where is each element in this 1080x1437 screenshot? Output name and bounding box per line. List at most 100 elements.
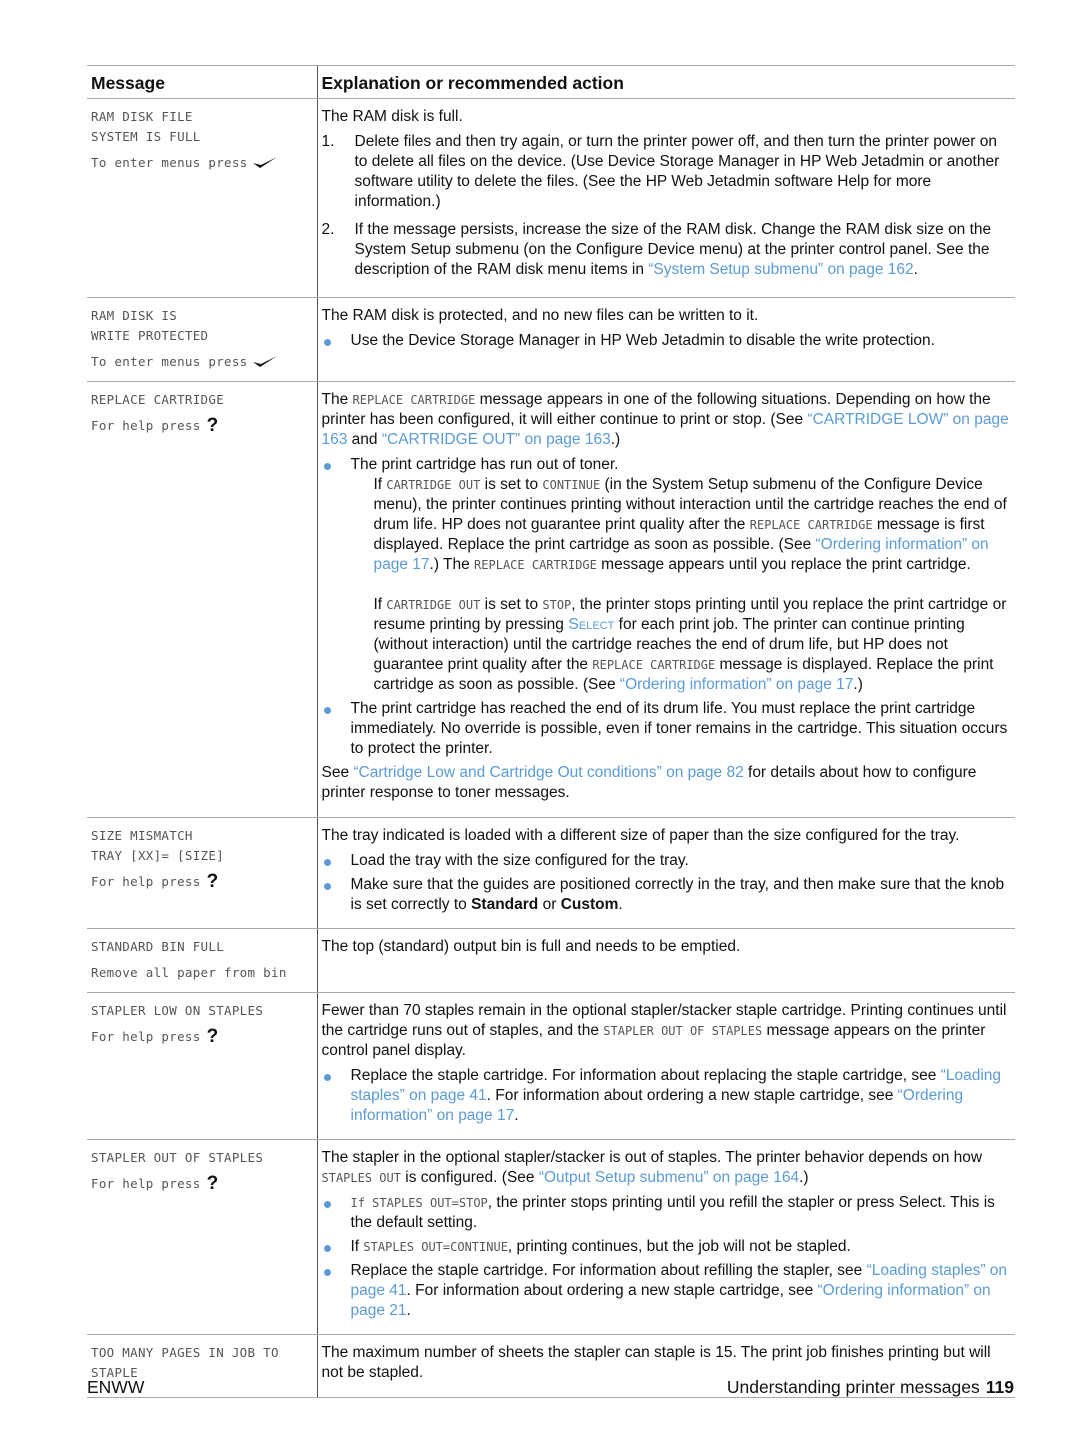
header-explanation: Explanation or recommended action bbox=[316, 65, 1015, 99]
bullet-item: Load the tray with the size configured f… bbox=[322, 851, 1010, 871]
lcd-prompt: For help press? bbox=[91, 1174, 313, 1194]
bullet-item: Replace the staple cartridge. For inform… bbox=[322, 1066, 1010, 1126]
lcd-line: STAPLER OUT OF STAPLES bbox=[91, 1150, 264, 1165]
explanation-intro: Fewer than 70 staples remain in the opti… bbox=[321, 1002, 1007, 1059]
explanation-intro: The RAM disk is protected, and no new fi… bbox=[321, 307, 759, 324]
table-row: SIZE MISMATCH TRAY [XX]= [SIZE] For help… bbox=[87, 817, 1015, 929]
bullet-list: Use the Device Storage Manager in HP Web… bbox=[322, 331, 1010, 351]
bullet-item: The print cartridge has reached the end … bbox=[322, 699, 1010, 759]
prompt-text: To enter menus press bbox=[91, 155, 248, 170]
bullet-list: The print cartridge has run out of toner… bbox=[322, 455, 1010, 759]
bullet-icon bbox=[323, 707, 331, 714]
lcd-code: CARTRIDGE OUT bbox=[386, 598, 481, 612]
bullet-item: Replace the staple cartridge. For inform… bbox=[322, 1261, 1010, 1321]
explanation-cell: The tray indicated is loaded with a diff… bbox=[316, 817, 1015, 929]
select-key-label: Select bbox=[568, 616, 615, 633]
option-custom: Custom bbox=[560, 896, 619, 913]
step-text: . bbox=[913, 261, 918, 278]
message-cell: RAM DISK IS WRITE PROTECTED To enter men… bbox=[87, 297, 317, 382]
lcd-line: STAPLER LOW ON STAPLES bbox=[91, 1003, 264, 1018]
lcd-prompt: To enter menus press bbox=[91, 153, 313, 173]
lcd-code: REPLACE CARTRIDGE bbox=[749, 518, 873, 532]
lcd-code: CARTRIDGE OUT bbox=[386, 478, 481, 492]
lcd-code: STAPLES OUT bbox=[321, 1171, 401, 1185]
lcd-line: SIZE MISMATCH bbox=[91, 828, 193, 843]
bullet-item: If STAPLES OUT=STOP, the printer stops p… bbox=[322, 1193, 1010, 1233]
explanation-cell: The RAM disk is protected, and no new fi… bbox=[316, 297, 1015, 382]
question-mark-icon: ? bbox=[206, 871, 219, 892]
step-number: 2. bbox=[321, 221, 335, 238]
explanation-outro: See “Cartridge Low and Cartridge Out con… bbox=[321, 764, 977, 801]
checkmark-icon bbox=[252, 356, 277, 367]
bullet-icon bbox=[323, 463, 331, 470]
lcd-code: REPLACE CARTRIDGE bbox=[474, 558, 597, 572]
table-row: STAPLER LOW ON STAPLES For help press? F… bbox=[87, 992, 1015, 1140]
lcd-line: TOO MANY PAGES IN JOB TO bbox=[91, 1345, 279, 1360]
bullet-icon bbox=[323, 1269, 331, 1276]
header-message: Message bbox=[87, 65, 317, 99]
question-mark-icon: ? bbox=[206, 1173, 219, 1194]
link-system-setup-submenu[interactable]: “System Setup submenu” on page 162 bbox=[648, 261, 913, 278]
explanation-intro: The RAM disk is full. bbox=[321, 108, 463, 125]
bullet-text: Load the tray with the size configured f… bbox=[350, 852, 689, 869]
bullet-item: If STAPLES OUT=CONTINUE, printing contin… bbox=[322, 1237, 1010, 1257]
bullet-text: , printing continues, but the job will n… bbox=[507, 1238, 851, 1255]
explanation-intro: The tray indicated is loaded with a diff… bbox=[321, 827, 960, 844]
question-mark-icon: ? bbox=[206, 415, 219, 436]
printer-messages-table: Message Explanation or recommended actio… bbox=[87, 65, 1015, 1398]
lcd-prompt: To enter menus press bbox=[91, 352, 313, 372]
lcd-prompt: For help press? bbox=[91, 1027, 313, 1047]
bullet-item: Make sure that the guides are positioned… bbox=[322, 875, 1010, 915]
prompt-text: To enter menus press bbox=[91, 354, 248, 369]
bullet-icon bbox=[323, 1245, 331, 1252]
table-row: STANDARD BIN FULL Remove all paper from … bbox=[87, 928, 1015, 993]
message-cell: STAPLER OUT OF STAPLES For help press? bbox=[87, 1139, 317, 1335]
lcd-line: WRITE PROTECTED bbox=[91, 328, 209, 343]
lcd-line: RAM DISK IS bbox=[91, 308, 178, 323]
prompt-text: For help press bbox=[91, 1029, 201, 1044]
bullet-icon bbox=[323, 339, 331, 346]
lcd-prompt: Remove all paper from bin bbox=[91, 965, 287, 980]
bullet-text: Make sure that the guides are positioned… bbox=[350, 876, 1005, 913]
explanation-cell: Fewer than 70 staples remain in the opti… bbox=[316, 992, 1015, 1140]
bullet-list: If STAPLES OUT=STOP, the printer stops p… bbox=[322, 1193, 1010, 1321]
message-cell: REPLACE CARTRIDGE For help press? bbox=[87, 381, 317, 818]
bullet-icon bbox=[323, 883, 331, 890]
message-cell: STAPLER LOW ON STAPLES For help press? bbox=[87, 992, 317, 1140]
link-cartridge-out[interactable]: “CARTRIDGE OUT” on page 163 bbox=[382, 431, 611, 448]
explanation-cell: The stapler in the optional stapler/stac… bbox=[316, 1139, 1015, 1335]
link-output-setup-submenu[interactable]: “Output Setup submenu” on page 164 bbox=[539, 1169, 799, 1186]
table-row: REPLACE CARTRIDGE For help press? The RE… bbox=[87, 381, 1015, 818]
link-ordering-information[interactable]: “Ordering information” on page 17 bbox=[620, 676, 854, 693]
bullet-icon bbox=[323, 1074, 331, 1081]
lcd-line: SYSTEM IS FULL bbox=[91, 129, 201, 144]
lcd-code: REPLACE CARTRIDGE bbox=[352, 393, 476, 407]
step-number: 1. bbox=[321, 133, 335, 150]
step-item: 2. If the message persists, increase the … bbox=[322, 220, 1010, 280]
bullet-text: The print cartridge has reached the end … bbox=[350, 700, 1008, 757]
message-cell: SIZE MISMATCH TRAY [XX]= [SIZE] For help… bbox=[87, 817, 317, 929]
bullet-text: Replace the staple cartridge. For inform… bbox=[350, 1067, 941, 1084]
table-row: RAM DISK IS WRITE PROTECTED To enter men… bbox=[87, 297, 1015, 382]
prompt-text: For help press bbox=[91, 418, 201, 433]
bullet-item: Use the Device Storage Manager in HP Web… bbox=[322, 331, 1010, 351]
link-cartridge-conditions[interactable]: “Cartridge Low and Cartridge Out conditi… bbox=[353, 764, 743, 781]
prompt-text: For help press bbox=[91, 874, 201, 889]
page-number: 119 bbox=[985, 1377, 1014, 1397]
explanation-intro: The REPLACE CARTRIDGE message appears in… bbox=[321, 391, 1009, 448]
lcd-code: REPLACE CARTRIDGE bbox=[592, 658, 716, 672]
footer-enww: ENWW bbox=[87, 1377, 145, 1397]
step-text: Delete files and then try again, or turn… bbox=[354, 133, 1000, 210]
bullet-list: Replace the staple cartridge. For inform… bbox=[322, 1066, 1010, 1126]
bullet-item: The print cartridge has run out of toner… bbox=[322, 455, 1010, 695]
bullet-text: The print cartridge has run out of toner… bbox=[350, 456, 619, 473]
step-item: 1. Delete files and then try again, or tu… bbox=[322, 132, 1010, 212]
question-mark-icon: ? bbox=[206, 1026, 219, 1047]
lcd-code: STAPLES OUT=CONTINUE bbox=[363, 1240, 508, 1254]
lcd-code: STOP bbox=[542, 598, 572, 612]
explanation-cell: The RAM disk is full. 1. Delete files and… bbox=[316, 98, 1015, 298]
footer-section: Understanding printer messages 119 bbox=[727, 1377, 1014, 1398]
checkmark-icon bbox=[252, 157, 277, 168]
bullet-icon bbox=[323, 1201, 331, 1208]
lcd-line: TRAY [XX]= [SIZE] bbox=[91, 848, 225, 863]
